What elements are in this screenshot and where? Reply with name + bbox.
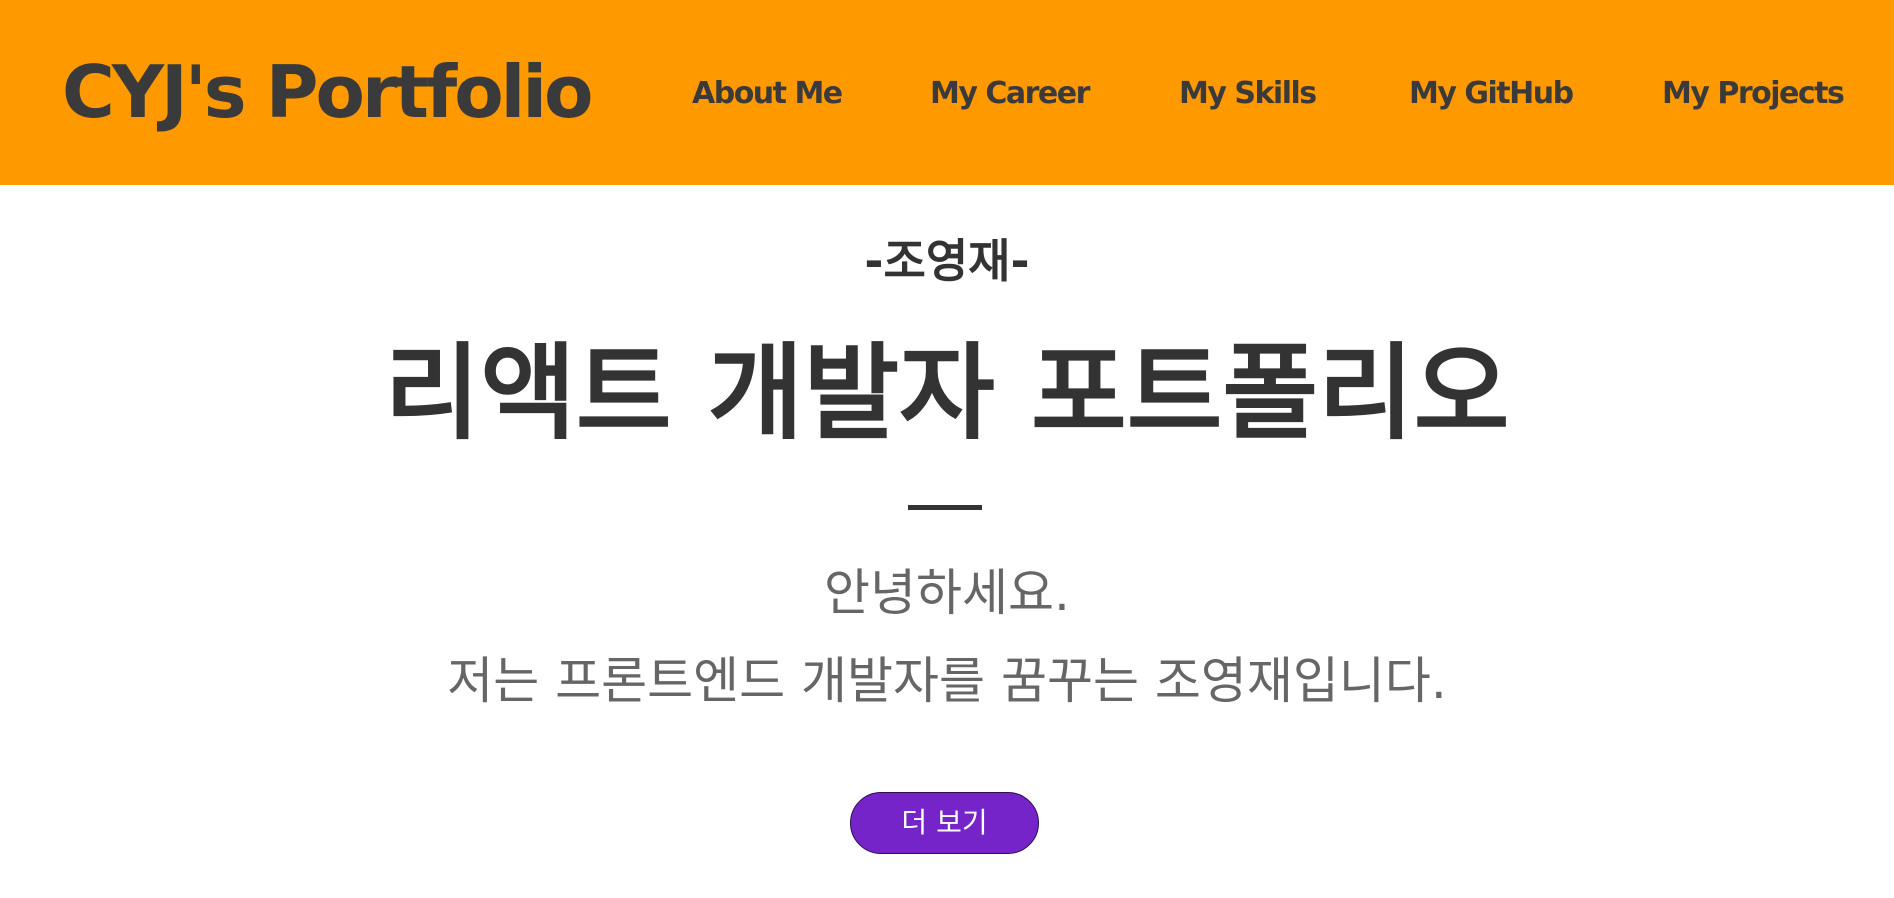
nav-my-projects[interactable]: My Projects bbox=[1662, 70, 1845, 118]
more-button[interactable]: 더 보기 bbox=[850, 792, 1039, 854]
site-logo[interactable]: CYJ's Portfolio bbox=[62, 44, 594, 140]
nav-my-github[interactable]: My GitHub bbox=[1409, 70, 1574, 118]
intro-text: 저는 프론트엔드 개발자를 꿈꾸는 조영재입니다. bbox=[447, 652, 1447, 710]
title-divider bbox=[908, 505, 982, 510]
nav-my-career[interactable]: My Career bbox=[930, 70, 1090, 118]
nav-my-skills[interactable]: My Skills bbox=[1179, 70, 1317, 118]
greeting-text: 안녕하세요. bbox=[824, 564, 1070, 622]
top-nav-bar: CYJ's Portfolio About Me My Career My Sk… bbox=[0, 0, 1894, 185]
page-title: 리액트 개발자 포트폴리오 bbox=[384, 332, 1510, 454]
author-name: -조영재- bbox=[864, 234, 1030, 288]
nav-about-me[interactable]: About Me bbox=[692, 70, 843, 118]
hero-section: -조영재- 리액트 개발자 포트폴리오 안녕하세요. 저는 프론트엔드 개발자를… bbox=[0, 185, 1894, 898]
